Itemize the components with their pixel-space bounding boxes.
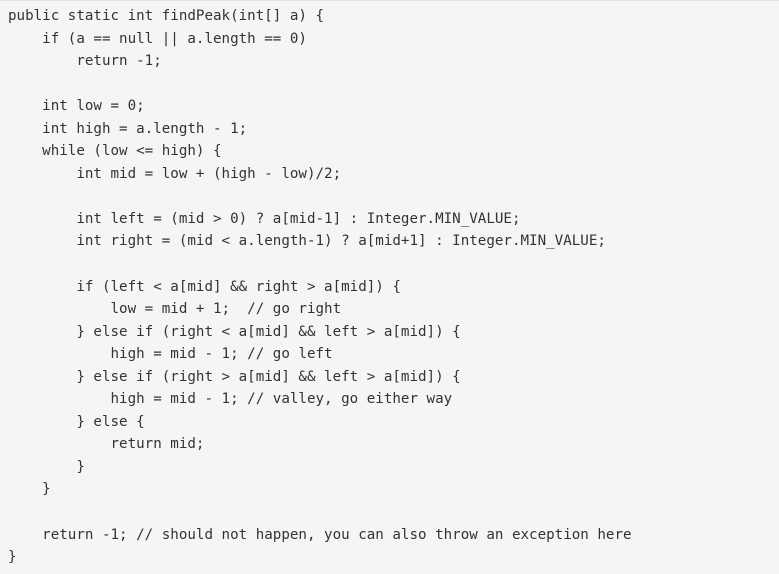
code-line: } — [8, 458, 85, 475]
code-line: high = mid - 1; // valley, go either way — [8, 391, 453, 408]
code-line: high = mid - 1; // go left — [8, 346, 333, 363]
code-line: return -1; // should not happen, you can… — [8, 526, 632, 543]
code-line: return -1; — [8, 53, 162, 70]
code-line: if (a == null || a.length == 0) — [8, 30, 307, 47]
code-line: } else { — [8, 413, 145, 430]
code-line: int right = (mid < a.length-1) ? a[mid+1… — [8, 233, 606, 250]
code-block: public static int findPeak(int[] a) { if… — [0, 0, 779, 574]
code-line: } else if (right < a[mid] && left > a[mi… — [8, 323, 461, 340]
code-line: int low = 0; — [8, 98, 145, 115]
code-line: int high = a.length - 1; — [8, 120, 248, 137]
code-line: int left = (mid > 0) ? a[mid-1] : Intege… — [8, 210, 521, 227]
code-line: } else if (right > a[mid] && left > a[mi… — [8, 368, 461, 385]
code-line: while (low <= high) { — [8, 143, 222, 160]
code-line: int mid = low + (high - low)/2; — [8, 165, 342, 182]
code-line: } — [8, 549, 17, 566]
code-line: } — [8, 481, 51, 498]
code-line: public static int findPeak(int[] a) { — [8, 8, 325, 24]
code-line: low = mid + 1; // go right — [8, 301, 342, 318]
code-line: return mid; — [8, 436, 205, 453]
code-line: if (left < a[mid] && right > a[mid]) { — [8, 278, 401, 295]
